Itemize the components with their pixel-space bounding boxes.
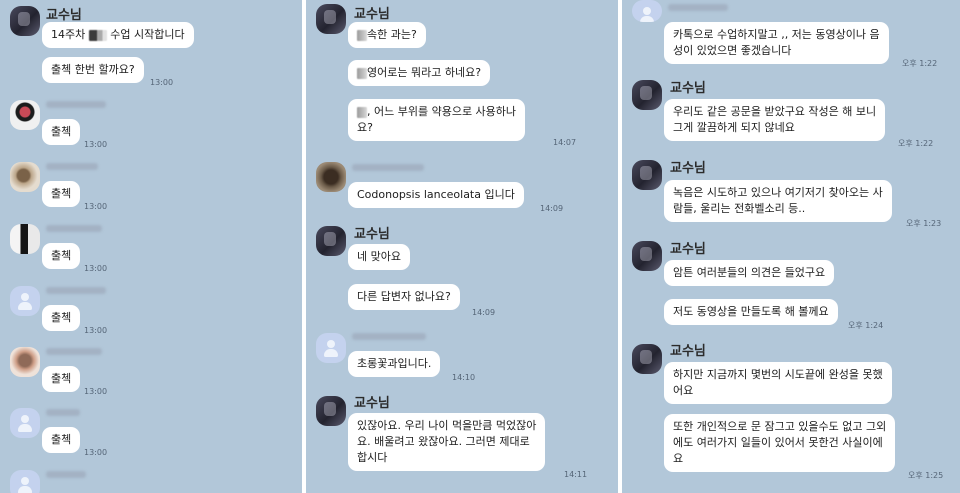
- message-bubble: 암튼 여러분들의 의견은 들었구요: [664, 260, 835, 286]
- timestamp: 13:00: [150, 78, 174, 87]
- sender-name: 교수님: [354, 227, 390, 242]
- sender-name: 교수님: [670, 161, 706, 176]
- message-bubble: 하지만 지금까지 몇번의 시도끝에 완성을 못했 어요: [664, 362, 892, 404]
- message-bubble: 속한 과는?: [348, 22, 426, 48]
- sender-name: 교수님: [46, 8, 82, 23]
- message-bubble: 저도 동영상을 만들도록 해 볼께요: [664, 299, 838, 325]
- redacted-text: [88, 29, 107, 41]
- message-bubble: 녹음은 시도하고 있으나 여기저기 찾아오는 사 람들, 울리는 전화벨소리 등…: [664, 180, 892, 222]
- message-bubble: 있잖아요. 우리 나이 먹을만큼 먹었잖아 요. 배울려고 왔잖아요. 그러면 …: [348, 413, 546, 471]
- redacted-sender-name: [352, 333, 426, 340]
- redacted-sender-name: [46, 471, 86, 478]
- message-bubble: , 어느 부위를 약용으로 사용하나 요?: [348, 99, 526, 141]
- professor-avatar[interactable]: [316, 226, 346, 256]
- professor-avatar[interactable]: [10, 6, 40, 36]
- timestamp: 오후 1:25: [908, 471, 944, 480]
- timestamp: 오후 1:22: [898, 139, 934, 148]
- timestamp: 14:07: [553, 138, 577, 147]
- message-bubble: 영어로는 뭐라고 하네요?: [348, 60, 491, 86]
- message-text: 속한 과는?: [367, 28, 417, 41]
- message-bubble: 또한 개인적으로 문 잠그고 있을수도 없고 그외 에도 여러가지 일들이 있어…: [664, 414, 896, 472]
- redacted-sender-name: [46, 409, 80, 416]
- professor-avatar[interactable]: [632, 344, 662, 374]
- chat-panel-1[interactable]: 교수님 14주차 수업 시작합니다 출첵 한번 할까요? 13:00 출첵 13…: [0, 0, 302, 493]
- timestamp: 14:09: [472, 308, 496, 317]
- timestamp: 14:09: [540, 204, 564, 213]
- timestamp: 14:10: [452, 373, 476, 382]
- redacted-text: [357, 67, 367, 79]
- timestamp: 오후 1:22: [902, 59, 938, 68]
- redacted-text: [357, 106, 367, 118]
- message-bubble: 초롱꽃과입니다.: [348, 351, 441, 377]
- timestamp: 오후 1:23: [906, 219, 942, 228]
- student-avatar[interactable]: [10, 347, 40, 377]
- message-text: , 어느 부위를 약용으로 사용하나 요?: [357, 105, 517, 134]
- student-avatar[interactable]: [10, 100, 40, 130]
- sender-name: 교수님: [354, 7, 390, 22]
- redacted-sender-name: [352, 164, 424, 171]
- message-bubble: 출첵: [42, 119, 81, 145]
- message-bubble: 우리도 같은 공문을 받았구요 작성은 해 보니 그게 깔끔하게 되지 않네요: [664, 99, 886, 141]
- message-text: 수업 시작합니다: [110, 28, 185, 41]
- message-bubble: 출첵 한번 할까요?: [42, 57, 144, 83]
- timestamp: 13:00: [84, 387, 108, 396]
- redacted-sender-name: [46, 163, 98, 170]
- default-profile-avatar[interactable]: [632, 0, 662, 22]
- sender-name: 교수님: [670, 344, 706, 359]
- redacted-sender-name: [46, 348, 102, 355]
- message-bubble: 출첵: [42, 366, 81, 392]
- message-bubble: 출첵: [42, 243, 81, 269]
- sender-name: 교수님: [354, 396, 390, 411]
- timestamp: 13:00: [84, 448, 108, 457]
- chat-panel-3[interactable]: 카톡으로 수업하지말고 ,, 저는 동영상이나 음 성이 있었으면 좋겠습니다 …: [622, 0, 960, 493]
- default-profile-avatar[interactable]: [10, 286, 40, 316]
- message-text: 영어로는 뭐라고 하네요?: [367, 66, 482, 79]
- message-bubble: 출첵: [42, 305, 81, 331]
- professor-avatar[interactable]: [632, 241, 662, 271]
- message-text: 14주차: [51, 28, 86, 41]
- professor-avatar[interactable]: [632, 80, 662, 110]
- default-profile-avatar[interactable]: [10, 408, 40, 438]
- redacted-sender-name: [46, 287, 106, 294]
- message-bubble: 다른 답변자 없나요?: [348, 284, 460, 310]
- redacted-sender-name: [46, 225, 102, 232]
- timestamp: 13:00: [84, 140, 108, 149]
- professor-avatar[interactable]: [632, 160, 662, 190]
- student-avatar[interactable]: [10, 224, 40, 254]
- redacted-sender-name: [668, 4, 728, 11]
- professor-avatar[interactable]: [316, 4, 346, 34]
- message-bubble: Codonopsis lanceolata 입니다: [348, 182, 524, 208]
- timestamp: 13:00: [84, 326, 108, 335]
- message-bubble: 카톡으로 수업하지말고 ,, 저는 동영상이나 음 성이 있었으면 좋겠습니다: [664, 22, 889, 64]
- redacted-sender-name: [46, 101, 106, 108]
- message-bubble: 출첵: [42, 181, 81, 207]
- default-profile-avatar[interactable]: [10, 470, 40, 493]
- timestamp: 13:00: [84, 264, 108, 273]
- chat-panel-2[interactable]: 교수님 속한 과는? 영어로는 뭐라고 하네요? , 어느 부위를 약용으로 사…: [306, 0, 618, 493]
- timestamp: 13:00: [84, 202, 108, 211]
- message-bubble: 네 맞아요: [348, 244, 410, 270]
- student-avatar[interactable]: [10, 162, 40, 192]
- sender-name: 교수님: [670, 242, 706, 257]
- redacted-text: [357, 29, 367, 41]
- message-bubble: 출첵: [42, 427, 81, 453]
- professor-avatar[interactable]: [316, 396, 346, 426]
- timestamp: 오후 1:24: [848, 321, 884, 330]
- message-bubble: 14주차 수업 시작합니다: [42, 22, 194, 48]
- sender-name: 교수님: [670, 81, 706, 96]
- timestamp: 14:11: [564, 470, 588, 479]
- default-profile-avatar[interactable]: [316, 333, 346, 363]
- student-avatar[interactable]: [316, 162, 346, 192]
